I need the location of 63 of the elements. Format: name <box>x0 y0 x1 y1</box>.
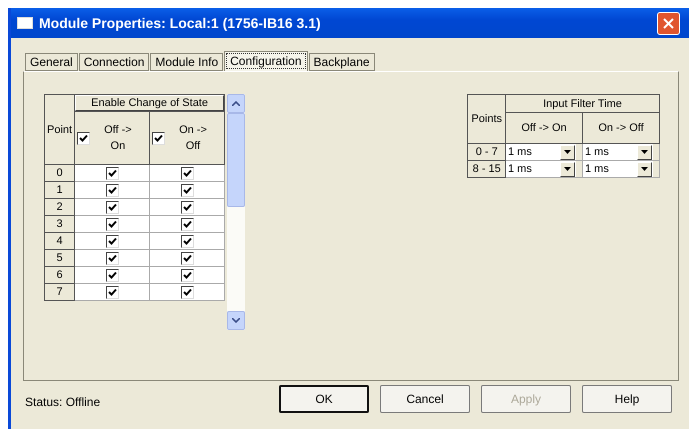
checkbox[interactable] <box>77 132 90 144</box>
column-header: Off -> On <box>506 112 582 144</box>
checkbox[interactable] <box>106 184 119 196</box>
checkbox[interactable] <box>106 286 119 298</box>
column-header: Points <box>468 94 506 144</box>
checkbox[interactable] <box>180 286 194 298</box>
checkbox[interactable] <box>106 218 119 230</box>
dropdown[interactable]: 1 ms <box>506 161 576 177</box>
scroll-up-button[interactable] <box>227 94 246 113</box>
row-header: 8 - 15 <box>468 160 506 178</box>
status-text: Status: Offline <box>25 394 100 409</box>
column-header: Point <box>44 94 75 164</box>
checkbox[interactable] <box>180 200 194 214</box>
tab[interactable]: Connection <box>78 53 150 71</box>
checkbox[interactable] <box>106 200 119 214</box>
column-header: Enable Change of State <box>75 95 224 111</box>
row-header: 0 - 7 <box>468 144 506 160</box>
dialog-button[interactable]: Help <box>582 385 672 413</box>
checkbox[interactable] <box>106 234 119 248</box>
column-header: On -> Off <box>179 123 207 154</box>
column-header: Off -> On <box>104 123 132 154</box>
checkbox[interactable] <box>180 218 194 230</box>
checkbox[interactable] <box>106 268 119 282</box>
row-header: 1 <box>44 182 75 198</box>
dialog-button[interactable]: OK <box>279 385 369 413</box>
row-header: 7 <box>44 284 75 300</box>
window-title: Module Properties: Local:1 (1756-IB16 3.1) <box>39 15 321 31</box>
checkbox[interactable] <box>180 184 194 196</box>
column-header: On -> Off <box>582 112 660 144</box>
tab[interactable]: Module Info <box>150 53 224 71</box>
window-icon <box>17 17 33 29</box>
checkbox[interactable] <box>180 166 194 180</box>
tab[interactable]: Configuration <box>224 51 308 71</box>
scroll-thumb[interactable] <box>227 113 246 207</box>
dropdown[interactable]: 1 ms <box>583 161 653 177</box>
scroll-down-icon <box>232 318 240 323</box>
scrollbar[interactable] <box>227 94 246 330</box>
checkbox[interactable] <box>106 252 119 264</box>
checkbox[interactable] <box>180 268 194 282</box>
dropdown[interactable]: 1 ms <box>583 144 653 160</box>
dropdown-arrow-icon <box>641 167 648 171</box>
row-header: 5 <box>44 250 75 266</box>
close-button[interactable] <box>657 12 680 34</box>
scroll-up-icon <box>232 101 240 106</box>
checkbox[interactable] <box>180 234 194 248</box>
checkbox[interactable] <box>152 132 166 144</box>
tab[interactable]: General <box>25 53 78 71</box>
row-header: 4 <box>44 232 75 250</box>
checkbox[interactable] <box>180 252 194 264</box>
row-header: 2 <box>44 198 75 216</box>
row-header: 3 <box>44 216 75 232</box>
dropdown[interactable]: 1 ms <box>506 144 576 160</box>
row-header: 0 <box>44 164 75 182</box>
dropdown-arrow-icon <box>564 150 571 154</box>
dialog-button[interactable]: Cancel <box>380 385 470 413</box>
tab[interactable]: Backplane <box>308 53 375 71</box>
row-header: 6 <box>44 266 75 284</box>
column-header: Input Filter Time <box>506 94 660 112</box>
dropdown-arrow-icon <box>564 167 571 171</box>
close-icon <box>663 18 674 28</box>
scroll-down-button[interactable] <box>227 311 246 330</box>
dropdown-arrow-icon <box>641 150 648 154</box>
checkbox[interactable] <box>106 166 119 180</box>
